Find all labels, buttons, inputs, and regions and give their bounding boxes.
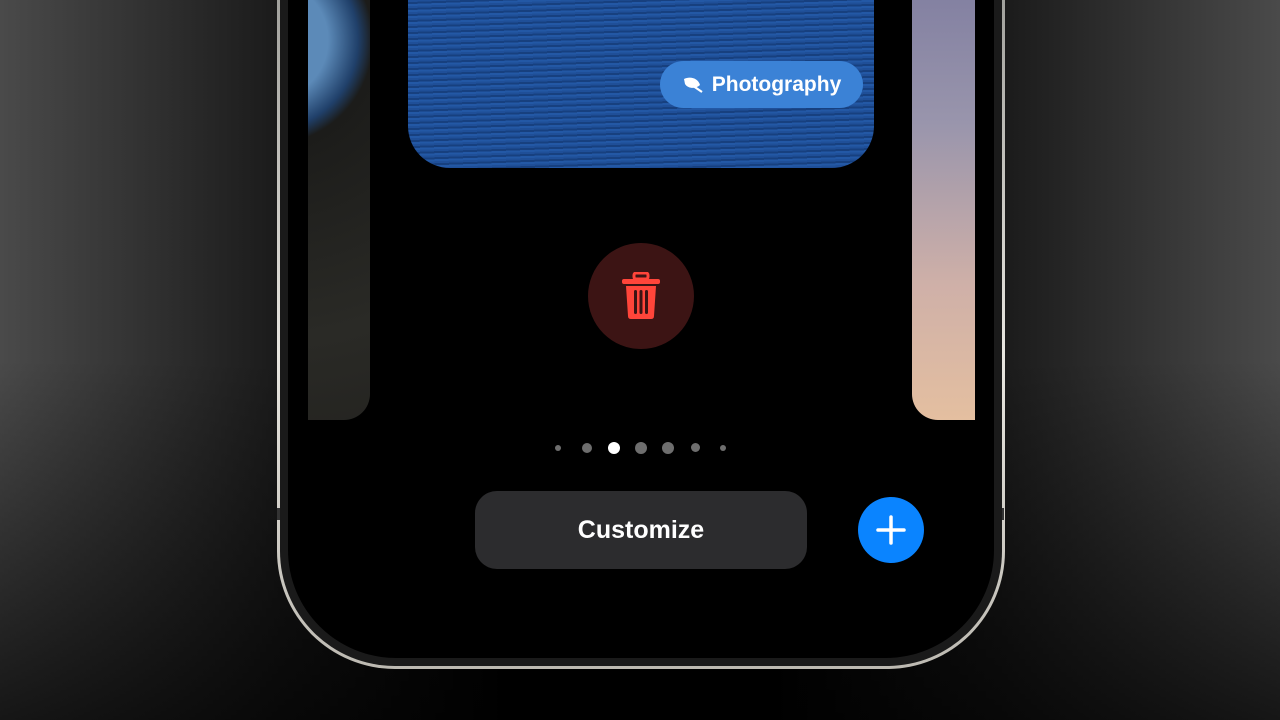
wallpaper-card-earth[interactable]	[308, 0, 370, 420]
lock-screen-gallery: Photography Customize	[288, 0, 994, 658]
page-dot[interactable]	[691, 443, 700, 452]
page-dot[interactable]	[555, 445, 561, 451]
page-indicator[interactable]	[288, 440, 994, 456]
trash-icon	[622, 272, 660, 319]
page-dot[interactable]	[635, 442, 647, 454]
page-dot[interactable]	[582, 443, 592, 453]
focus-label-pill[interactable]: Photography	[660, 61, 863, 108]
wallpaper-card-ocean[interactable]: Photography	[408, 0, 874, 168]
plus-icon	[876, 515, 906, 545]
leaf-icon	[683, 77, 703, 93]
wallpaper-card-gradient[interactable]	[912, 0, 975, 420]
delete-wallpaper-button[interactable]	[588, 243, 694, 349]
page-dot[interactable]	[662, 442, 674, 454]
page-dot[interactable]	[720, 445, 726, 451]
add-wallpaper-button[interactable]	[858, 497, 924, 563]
page-dot-active[interactable]	[608, 442, 620, 454]
focus-label-text: Photography	[711, 72, 842, 96]
customize-button[interactable]: Customize	[475, 491, 807, 569]
